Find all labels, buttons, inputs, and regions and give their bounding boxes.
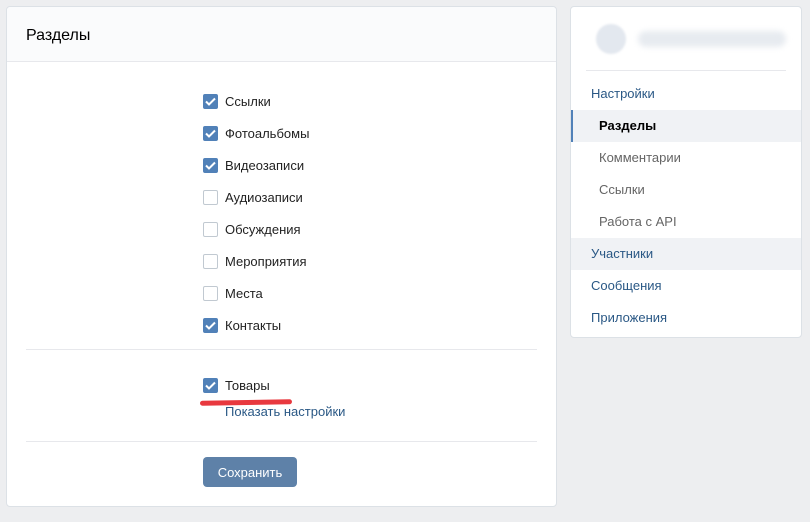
checkbox-discussions[interactable]: Обсуждения — [203, 213, 309, 245]
checkbox-label: Аудиозаписи — [225, 189, 303, 205]
checkbox-unchecked-icon[interactable] — [203, 189, 218, 205]
panel-header: Разделы — [7, 7, 556, 62]
checkbox-places[interactable]: Места — [203, 277, 309, 309]
divider — [26, 441, 537, 442]
community-name-blurred — [637, 30, 786, 47]
sections-panel: Разделы Ссылки Фотоальбомы Видеозаписи А… — [6, 6, 557, 507]
checkbox-videos[interactable]: Видеозаписи — [203, 149, 309, 181]
sidebar-item-apps[interactable]: Приложения — [571, 302, 801, 334]
checkbox-checked-icon[interactable] — [203, 157, 218, 173]
checkbox-checked-icon[interactable] — [203, 317, 218, 333]
checkbox-goods[interactable]: Товары — [203, 369, 270, 401]
sidebar-item-links[interactable]: Ссылки — [571, 174, 801, 206]
checkbox-label: Мероприятия — [225, 253, 307, 269]
divider — [26, 349, 537, 350]
settings-sidebar: Настройки Разделы Комментарии Ссылки Раб… — [570, 6, 802, 338]
save-button[interactable]: Сохранить — [203, 457, 297, 487]
checkbox-label: Ссылки — [225, 93, 271, 109]
sidebar-item-sections[interactable]: Разделы — [571, 110, 801, 142]
checkbox-label: Товары — [225, 377, 270, 393]
sidebar-item-settings[interactable]: Настройки — [571, 78, 801, 110]
sections-checkbox-list: Ссылки Фотоальбомы Видеозаписи Аудиозапи… — [203, 85, 309, 341]
checkbox-audio[interactable]: Аудиозаписи — [203, 181, 309, 213]
panel-title: Разделы — [26, 27, 91, 44]
sidebar-item-comments[interactable]: Комментарии — [571, 142, 801, 174]
checkbox-label: Обсуждения — [225, 221, 301, 237]
avatar[interactable] — [596, 23, 626, 54]
checkbox-label: Места — [225, 285, 263, 301]
show-settings-link[interactable]: Показать настройки — [225, 404, 345, 419]
checkbox-label: Видеозаписи — [225, 157, 305, 173]
checkbox-events[interactable]: Мероприятия — [203, 245, 309, 277]
checkbox-checked-icon[interactable] — [203, 125, 218, 141]
checkbox-photoalbums[interactable]: Фотоальбомы — [203, 117, 309, 149]
community-header[interactable] — [586, 7, 786, 71]
checkbox-label: Контакты — [225, 317, 282, 333]
checkbox-unchecked-icon[interactable] — [203, 285, 218, 301]
checkbox-label: Фотоальбомы — [225, 125, 310, 141]
checkbox-contacts[interactable]: Контакты — [203, 309, 309, 341]
sidebar-item-api[interactable]: Работа с API — [571, 206, 801, 238]
checkbox-unchecked-icon[interactable] — [203, 253, 218, 269]
checkbox-unchecked-icon[interactable] — [203, 221, 218, 237]
sidebar-menu: Настройки Разделы Комментарии Ссылки Раб… — [571, 78, 801, 334]
checkbox-checked-icon[interactable] — [203, 93, 218, 109]
checkbox-checked-icon[interactable] — [203, 377, 218, 393]
sidebar-item-members[interactable]: Участники — [571, 238, 801, 270]
checkbox-links[interactable]: Ссылки — [203, 85, 309, 117]
sidebar-item-messages[interactable]: Сообщения — [571, 270, 801, 302]
